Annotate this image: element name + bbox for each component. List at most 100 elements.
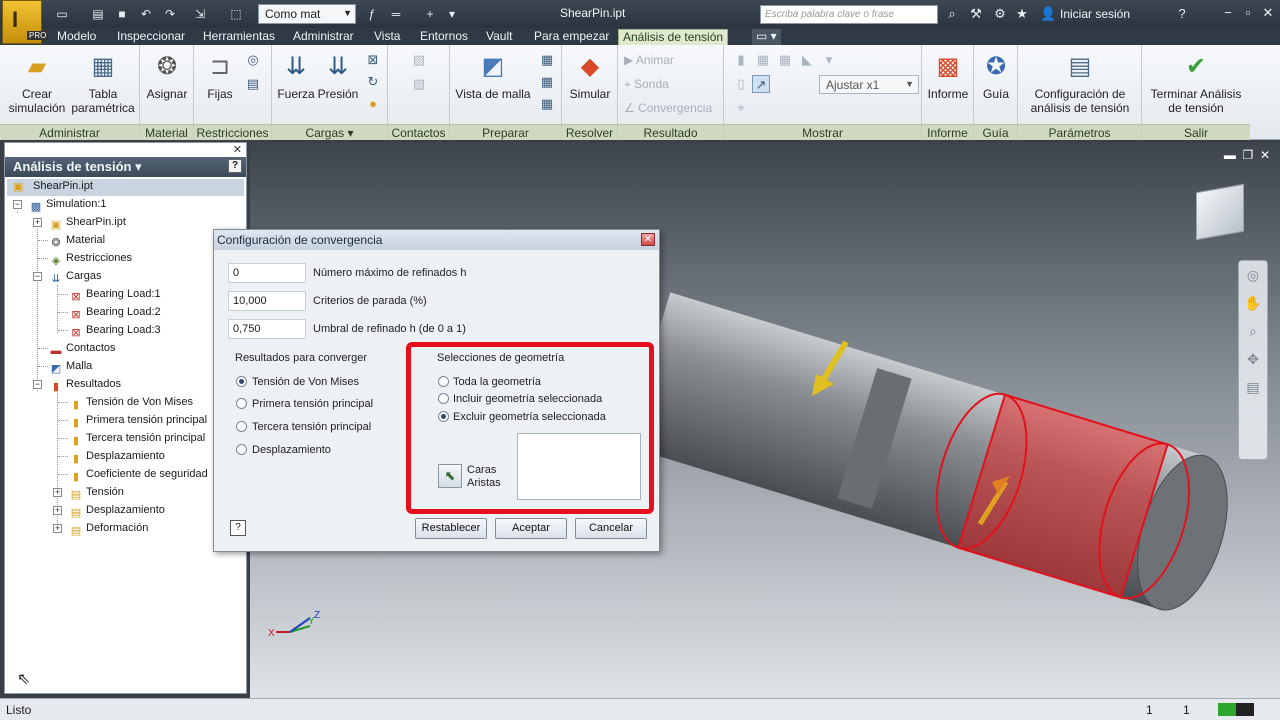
tree-expander[interactable]: − bbox=[33, 272, 42, 281]
tree-item-bearing-load-3[interactable]: ⊠ Bearing Load:3 bbox=[69, 322, 160, 339]
tab-herramientas[interactable]: Herramientas bbox=[199, 29, 279, 45]
tree-expander[interactable]: + bbox=[53, 524, 62, 533]
manual-contacts-icon[interactable]: ▨ bbox=[410, 75, 428, 93]
subscription-icon[interactable]: ⚙ bbox=[992, 6, 1008, 22]
create-simulation-button[interactable]: ▰ Crear simulación bbox=[4, 51, 70, 115]
tab-modelo[interactable]: Modelo bbox=[53, 29, 100, 45]
dialog-title-bar[interactable]: Configuración de convergencia ✕ bbox=[214, 230, 659, 250]
tree-expander[interactable]: + bbox=[53, 506, 62, 515]
display-options-icon[interactable]: ▾ bbox=[820, 51, 838, 69]
shear-pin-part[interactable] bbox=[623, 292, 1245, 620]
radio-displacement[interactable] bbox=[236, 444, 247, 455]
tree-item-simulation[interactable]: ▩ Simulation:1 bbox=[29, 196, 107, 213]
tree-item-stress-folder[interactable]: ▤ Tensión bbox=[69, 484, 124, 501]
tab-entornos[interactable]: Entornos bbox=[416, 29, 472, 45]
boundary-conditions-icon[interactable]: ▦ bbox=[754, 51, 772, 69]
contour-shading-icon[interactable]: ↗ bbox=[752, 75, 770, 93]
tree-expander[interactable]: − bbox=[13, 200, 22, 209]
radio-first-principal[interactable] bbox=[236, 398, 247, 409]
tab-administrar[interactable]: Administrar bbox=[289, 29, 358, 45]
measure-icon[interactable]: ═ bbox=[388, 6, 404, 22]
tree-item-material[interactable]: ❂ Material bbox=[49, 232, 105, 249]
tree-item-displacement-result[interactable]: ▮ Desplazamiento bbox=[69, 448, 165, 465]
select-icon[interactable]: ⬚ bbox=[228, 6, 244, 22]
automatic-contacts-icon[interactable]: ▨ bbox=[410, 51, 428, 69]
tree-expander[interactable]: − bbox=[33, 380, 42, 389]
simulate-button[interactable]: ◆ Simular bbox=[566, 51, 614, 101]
ribbon-options-icon[interactable]: ▭ ▾ bbox=[752, 29, 781, 45]
tree-item-loads[interactable]: ⇊ Cargas bbox=[49, 268, 101, 285]
open-folder-icon[interactable]: ▤ bbox=[90, 6, 106, 22]
tree-expander[interactable]: + bbox=[33, 218, 42, 227]
bearing-load-icon[interactable]: ⊠ bbox=[364, 51, 382, 69]
radio-von-mises[interactable] bbox=[236, 376, 247, 387]
appearance-dropdown[interactable]: Como mat ▼ bbox=[258, 4, 356, 24]
undo-icon[interactable]: ↶ bbox=[138, 6, 154, 22]
convergence-settings-icon[interactable]: ▦ bbox=[538, 95, 556, 113]
search-input[interactable]: Escriba palabra clave o frase bbox=[760, 5, 938, 24]
accept-button[interactable]: Aceptar bbox=[495, 518, 567, 539]
tree-item-constraints[interactable]: ◈ Restricciones bbox=[49, 250, 132, 267]
maximize-icon[interactable]: ▫ bbox=[1238, 4, 1258, 22]
binoculars-icon[interactable]: ⌕ bbox=[944, 6, 960, 22]
finish-stress-analysis-button[interactable]: ✔ Terminar Análisis de tensión bbox=[1144, 51, 1248, 115]
tree-item-von-mises[interactable]: ▮ Tensión de Von Mises bbox=[69, 394, 193, 411]
max-value-icon[interactable]: ▦ bbox=[776, 51, 794, 69]
max-h-refinements-input[interactable]: 0 bbox=[228, 263, 306, 283]
close-window-icon[interactable]: ✕ bbox=[1258, 4, 1278, 22]
pressure-button[interactable]: ⇊ Presión bbox=[316, 51, 360, 101]
guide-button[interactable]: ✪ Guía bbox=[976, 51, 1016, 101]
minimize-icon[interactable]: − bbox=[1218, 4, 1238, 22]
tab-para-empezar[interactable]: Para empezar bbox=[530, 29, 613, 45]
fixed-constraint-button[interactable]: ⊐ Fijas bbox=[198, 51, 242, 101]
browser-header[interactable]: Análisis de tensión ▾ ? bbox=[5, 157, 246, 177]
tab-inspeccionar[interactable]: Inspeccionar bbox=[113, 29, 189, 45]
tree-item-safety-factor[interactable]: ▮ Coeficiente de seguridad bbox=[69, 466, 208, 483]
tab-analisis-tension[interactable]: Análisis de tensión bbox=[618, 29, 729, 45]
wrench-icon[interactable]: ⚒ bbox=[968, 6, 984, 22]
assign-material-button[interactable]: ❂ Asignar bbox=[144, 51, 190, 101]
probe-labels-icon[interactable]: ⌖ bbox=[732, 99, 750, 117]
radio-third-principal[interactable] bbox=[236, 421, 247, 432]
scale-dropdown[interactable]: Ajustar x1 ▼ bbox=[819, 75, 919, 94]
tab-vista[interactable]: Vista bbox=[370, 29, 404, 45]
save-icon[interactable]: ■ bbox=[114, 6, 130, 22]
mesh-settings-icon[interactable]: ▦ bbox=[538, 51, 556, 69]
tree-item-bearing-load-2[interactable]: ⊠ Bearing Load:2 bbox=[69, 304, 160, 321]
tree-item-displacement-folder[interactable]: ▤ Desplazamiento bbox=[69, 502, 165, 519]
force-button[interactable]: ⇊ Fuerza bbox=[276, 51, 316, 101]
tree-item-bearing-load-1[interactable]: ⊠ Bearing Load:1 bbox=[69, 286, 160, 303]
report-button[interactable]: ▩ Informe bbox=[924, 51, 972, 101]
browser-root-item[interactable]: ▣ ShearPin.ipt bbox=[7, 179, 244, 196]
new-file-icon[interactable]: ▭ bbox=[54, 6, 70, 22]
tree-item-third-principal[interactable]: ▮ Tercera tensión principal bbox=[69, 430, 205, 447]
tab-vault[interactable]: Vault bbox=[482, 29, 516, 45]
reset-button[interactable]: Restablecer bbox=[415, 518, 487, 539]
moment-icon[interactable]: ↻ bbox=[364, 73, 382, 91]
app-menu-button[interactable]: I PRO bbox=[2, 0, 49, 44]
stress-analysis-settings-button[interactable]: ▤ Configuración de análisis de tensión bbox=[1020, 51, 1140, 115]
tree-item-results[interactable]: ▮ Resultados bbox=[49, 376, 121, 393]
fx-parameters-icon[interactable]: ƒ bbox=[364, 6, 380, 22]
convergence-button[interactable]: ∠ Convergencia bbox=[624, 101, 712, 115]
min-value-icon[interactable]: ◣ bbox=[798, 51, 816, 69]
tree-item-strain-folder[interactable]: ▤ Deformación bbox=[69, 520, 149, 537]
close-icon[interactable]: ✕ bbox=[641, 233, 655, 246]
return-icon[interactable]: ⇲ bbox=[192, 6, 208, 22]
group-label-cargas[interactable]: Cargas ▾ bbox=[272, 124, 387, 140]
probe-button[interactable]: ⌖ Sonda bbox=[624, 77, 669, 91]
qat-customize-icon[interactable]: ▾ bbox=[444, 6, 460, 22]
help-icon[interactable]: ? bbox=[230, 520, 246, 536]
close-icon[interactable]: ✕ bbox=[233, 143, 242, 156]
redo-icon[interactable]: ↷ bbox=[162, 6, 178, 22]
cancel-button[interactable]: Cancelar bbox=[575, 518, 647, 539]
tree-item-contacts[interactable]: ▬ Contactos bbox=[49, 340, 116, 357]
pin-constraint-icon[interactable]: ◎ bbox=[244, 51, 262, 69]
mesh-view-button[interactable]: ◩ Vista de malla bbox=[454, 51, 532, 101]
frictionless-constraint-icon[interactable]: ▤ bbox=[244, 75, 262, 93]
stop-criteria-input[interactable]: 10,000 bbox=[228, 291, 306, 311]
local-mesh-icon[interactable]: ▦ bbox=[538, 73, 556, 91]
parametric-table-button[interactable]: ▦ Tabla paramétrica bbox=[68, 51, 138, 115]
signin-link[interactable]: Iniciar sesión bbox=[1060, 7, 1130, 21]
gravity-icon[interactable]: ● bbox=[364, 95, 382, 113]
